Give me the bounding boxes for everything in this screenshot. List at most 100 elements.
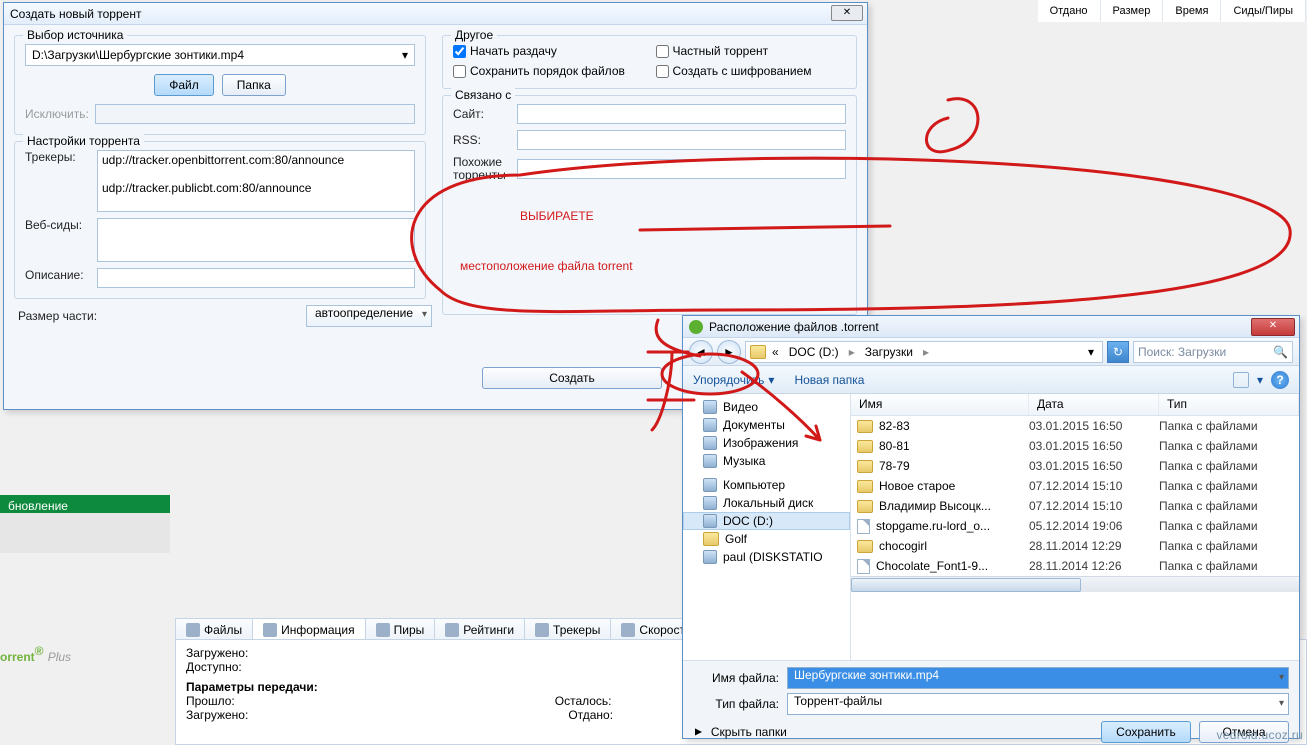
tab-icon (263, 623, 277, 637)
node-icon (703, 436, 717, 450)
tab-icon (186, 623, 200, 637)
file-row[interactable]: 80-8103.01.2015 16:50Папка с файлами (851, 436, 1299, 456)
close-icon[interactable]: ✕ (1251, 318, 1295, 336)
info-given: Отдано: (568, 708, 613, 722)
tree-node[interactable]: paul (DISKSTATIO (683, 548, 850, 566)
file-button[interactable]: Файл (154, 74, 214, 96)
tab-icon (535, 623, 549, 637)
file-row[interactable]: 78-7903.01.2015 16:50Папка с файлами (851, 456, 1299, 476)
filelist-column[interactable]: Дата (1029, 394, 1159, 415)
folder-icon (750, 345, 766, 359)
column-header[interactable]: Время (1163, 0, 1221, 22)
search-icon: 🔍 (1273, 345, 1288, 359)
column-header[interactable]: Размер (1101, 0, 1164, 22)
create-button[interactable]: Создать (482, 367, 662, 389)
folder-tree[interactable]: ВидеоДокументыИзображенияМузыка Компьютер… (683, 394, 851, 660)
utorrent-icon (689, 320, 703, 334)
private-torrent-checkbox[interactable]: Частный торрент (656, 44, 847, 58)
tree-node[interactable]: Изображения (683, 434, 850, 452)
file-row[interactable]: 82-8303.01.2015 16:50Папка с файлами (851, 416, 1299, 436)
tree-node[interactable]: Музыка (683, 452, 850, 470)
filetype-combo[interactable]: Торрент-файлы (787, 693, 1289, 715)
piece-size-label: Размер части: (18, 309, 97, 323)
file-row[interactable]: chocogirl28.11.2014 12:29Папка с файлами (851, 536, 1299, 556)
tree-node[interactable]: Локальный диск (683, 494, 850, 512)
hide-folders-toggle[interactable]: ▲Скрыть папки (693, 725, 787, 739)
address-bar: ◄ ► « DOC (D:)▸ Загрузки▸ ▾ ↻ Поиск: Заг… (683, 338, 1299, 366)
webseeds-input[interactable] (97, 218, 415, 262)
breadcrumb[interactable]: « DOC (D:)▸ Загрузки▸ ▾ (745, 341, 1103, 363)
search-placeholder: Поиск: Загрузки (1138, 345, 1226, 359)
related-legend: Связано с (451, 88, 515, 102)
horizontal-scrollbar[interactable] (851, 576, 1299, 592)
refresh-button[interactable]: ↻ (1107, 341, 1129, 363)
file-row[interactable]: Chocolate_Font1-9...28.11.2014 12:26Папк… (851, 556, 1299, 576)
close-icon[interactable]: ✕ (831, 5, 863, 21)
column-header[interactable]: Отдано (1038, 0, 1101, 22)
tab-icon (621, 623, 635, 637)
encrypted-checkbox[interactable]: Создать с шифрованием (656, 64, 847, 78)
dialog-title: Создать новый торрент (4, 3, 867, 25)
new-folder-button[interactable]: Новая папка (794, 373, 864, 387)
torrent-settings-fieldset: Настройки торрента Трекеры: Веб-сиды: Оп… (14, 141, 426, 299)
node-icon (703, 532, 719, 546)
tab-файлы[interactable]: Файлы (176, 619, 253, 641)
folder-button[interactable]: Папка (222, 74, 286, 96)
start-seeding-checkbox[interactable]: Начать раздачу (453, 44, 644, 58)
folder-icon (857, 420, 873, 433)
file-icon (857, 559, 870, 574)
folder-icon (857, 480, 873, 493)
info-elapsed: Прошло: (186, 694, 235, 708)
search-input[interactable]: Поиск: Загрузки 🔍 (1133, 341, 1293, 363)
view-mode-button[interactable] (1233, 372, 1249, 388)
tab-icon (445, 623, 459, 637)
tab-трекеры[interactable]: Трекеры (525, 619, 611, 641)
tab-рейтинги[interactable]: Рейтинги (435, 619, 525, 641)
node-icon (703, 454, 717, 468)
rss-input[interactable] (517, 130, 846, 150)
node-icon (703, 550, 717, 564)
help-icon[interactable]: ? (1271, 371, 1289, 389)
trackers-input[interactable] (97, 150, 415, 212)
forward-button[interactable]: ► (717, 340, 741, 364)
similar-input[interactable] (517, 159, 846, 179)
folder-icon (857, 500, 873, 513)
chevron-down-icon[interactable]: ▾ (1084, 345, 1098, 359)
file-list-header[interactable]: ИмяДатаТип (851, 394, 1299, 416)
description-input[interactable] (97, 268, 415, 288)
save-button[interactable]: Сохранить (1101, 721, 1191, 743)
tree-node[interactable]: Golf (683, 530, 850, 548)
bg-column-headers: ОтданоРазмерВремяСиды/Пиры (1038, 0, 1306, 22)
back-button[interactable]: ◄ (689, 340, 713, 364)
preserve-order-checkbox[interactable]: Сохранить порядок файлов (453, 64, 644, 78)
file-row[interactable]: Новое старое07.12.2014 15:10Папка с файл… (851, 476, 1299, 496)
tree-node[interactable]: Компьютер (683, 476, 850, 494)
watermark: vedroid.ucoz.ru (1216, 728, 1303, 742)
node-icon (703, 478, 717, 492)
chevron-down-icon: ▾ (402, 48, 408, 62)
torrent-settings-legend: Настройки торрента (23, 134, 144, 148)
filelist-column[interactable]: Тип (1159, 394, 1299, 415)
filename-input[interactable]: Шербургские зонтики.mp4 (787, 667, 1289, 689)
tab-информация[interactable]: Информация (253, 619, 365, 641)
site-input[interactable] (517, 104, 846, 124)
exclude-input (95, 104, 415, 124)
brand: orrent® Plus (0, 644, 71, 665)
file-list[interactable]: ИмяДатаТип 82-8303.01.2015 16:50Папка с … (851, 394, 1299, 660)
trackers-label: Трекеры: (25, 150, 97, 164)
tree-node[interactable]: Документы (683, 416, 850, 434)
organize-menu[interactable]: Упорядочить ▾ (693, 373, 774, 387)
piece-size-combo[interactable]: автоопределение (306, 305, 432, 327)
column-header[interactable]: Сиды/Пиры (1221, 0, 1306, 22)
file-row[interactable]: stopgame.ru-lord_o...05.12.2014 19:06Пап… (851, 516, 1299, 536)
filelist-column[interactable]: Имя (851, 394, 1029, 415)
tree-node[interactable]: Видео (683, 398, 850, 416)
source-path-dropdown[interactable]: D:\Загрузки\Шербургские зонтики.mp4 ▾ (25, 44, 415, 66)
webseeds-label: Веб-сиды: (25, 218, 97, 232)
file-row[interactable]: Владимир Высоцк...07.12.2014 15:10Папка … (851, 496, 1299, 516)
tab-пиры[interactable]: Пиры (366, 619, 436, 641)
related-fieldset: Связано с Сайт: RSS: Похожие торренты (442, 95, 857, 315)
tree-node[interactable]: DOC (D:) (683, 512, 850, 530)
node-icon (703, 400, 717, 414)
other-legend: Другое (451, 28, 497, 42)
